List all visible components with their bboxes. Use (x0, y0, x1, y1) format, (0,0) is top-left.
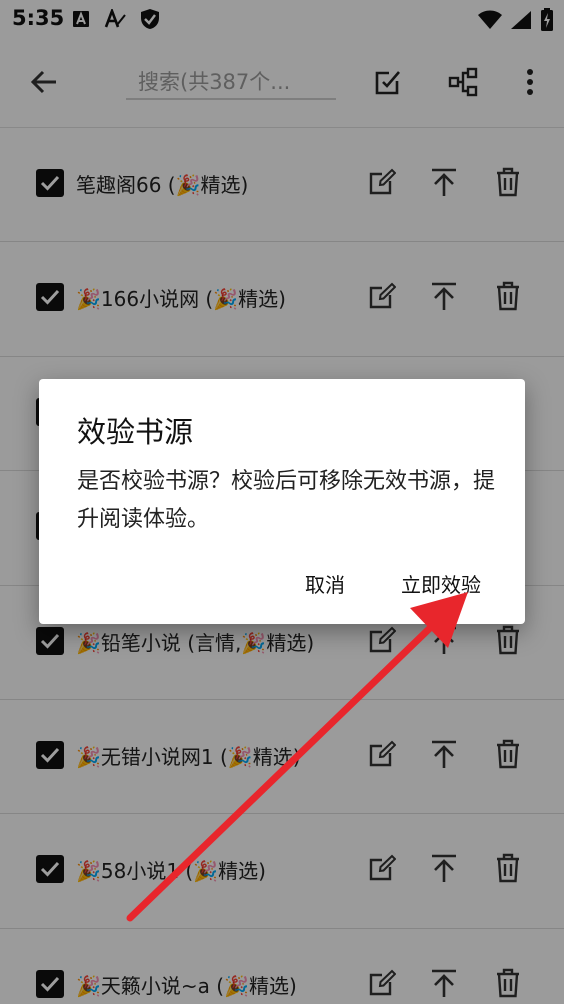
verify-source-dialog: 效验书源 是否校验书源？校验后可移除无效书源，提升阅读体验。 取消 立即效验 (39, 379, 525, 624)
verify-now-button[interactable]: 立即效验 (393, 567, 489, 600)
cancel-button[interactable]: 取消 (297, 567, 353, 600)
dialog-message: 是否校验书源？校验后可移除无效书源，提升阅读体验。 (77, 469, 496, 532)
dialog-title: 效验书源 (77, 415, 194, 449)
